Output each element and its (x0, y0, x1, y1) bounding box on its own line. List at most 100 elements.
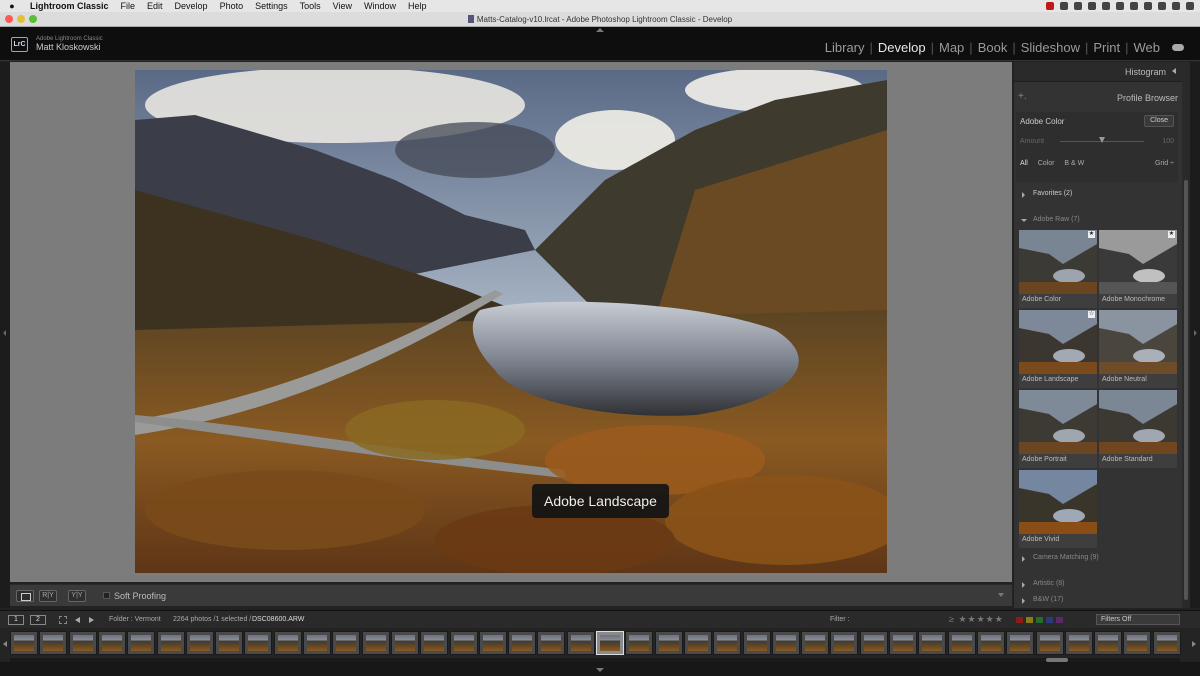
menu-settings[interactable]: Settings (249, 0, 294, 12)
filmstrip-thumbnail[interactable] (801, 631, 830, 655)
module-web[interactable]: Web (1130, 40, 1165, 55)
rating-filter[interactable]: ≥ ★★★★★ (949, 614, 1004, 625)
secondary-window-button[interactable]: 2 (30, 615, 46, 625)
color-label-yellow[interactable] (1026, 617, 1033, 623)
menu-view[interactable]: View (327, 0, 358, 12)
filmstrip-thumbnail[interactable] (1035, 631, 1064, 655)
filmstrip-thumbnail[interactable] (127, 631, 156, 655)
filmstrip-thumbnail[interactable] (976, 631, 1005, 655)
filmstrip-thumbnail[interactable] (449, 631, 478, 655)
filter-all[interactable]: All (1020, 160, 1028, 167)
filmstrip-thumbnail[interactable] (683, 631, 712, 655)
profile-thumb-adobe-monochrome[interactable]: ★ Adobe Monochrome (1099, 230, 1177, 308)
profile-thumb-adobe-portrait[interactable]: Adobe Portrait (1019, 390, 1097, 468)
volume-icon[interactable] (1116, 2, 1124, 10)
filmstrip-thumbnail[interactable] (508, 631, 537, 655)
record-icon[interactable] (1046, 2, 1054, 10)
module-map[interactable]: Map (935, 40, 968, 55)
filmstrip-thumbnail[interactable] (156, 631, 185, 655)
favorite-star-icon[interactable]: ★ (1088, 231, 1095, 238)
filmstrip-thumbnail[interactable] (10, 631, 38, 655)
bottom-panel-toggle-icon[interactable] (596, 668, 604, 672)
close-profile-browser-button[interactable]: Close (1144, 115, 1174, 127)
back-arrow-icon[interactable] (75, 617, 80, 623)
loupe-view-button[interactable] (16, 590, 34, 602)
dropbox-icon[interactable] (1088, 2, 1096, 10)
filmstrip-thumbnail[interactable] (478, 631, 507, 655)
filmstrip-thumbnail[interactable] (859, 631, 888, 655)
filmstrip-thumbnail[interactable] (215, 631, 244, 655)
minimize-window-button[interactable] (17, 15, 25, 23)
bluetooth-icon[interactable] (1102, 2, 1110, 10)
filmstrip-thumbnail[interactable] (303, 631, 331, 655)
filmstrip-thumbnail[interactable] (537, 631, 566, 655)
filmstrip-thumbnail[interactable] (332, 631, 361, 655)
filmstrip-thumbnail[interactable] (68, 631, 97, 655)
filter-color[interactable]: Color (1038, 160, 1055, 167)
filmstrip-thumbnail[interactable] (185, 631, 214, 655)
color-label-red[interactable] (1016, 617, 1023, 623)
filmstrip-thumbnail[interactable] (244, 631, 273, 655)
amount-value[interactable]: 100 (1162, 138, 1174, 145)
filmstrip-thumbnail[interactable] (596, 631, 624, 655)
filmstrip-thumbnail[interactable] (830, 631, 859, 655)
left-panel-toggle-icon[interactable] (3, 330, 6, 336)
selected-filename[interactable]: DSC08600.ARW (252, 616, 304, 623)
group-camera-matching[interactable]: Camera Matching (9) (1014, 552, 1182, 566)
source-breadcrumb[interactable]: Folder : Vermont (109, 616, 161, 623)
profile-thumb-adobe-landscape[interactable]: ☆ Adobe Landscape (1019, 310, 1097, 388)
soft-proofing-checkbox[interactable] (103, 592, 110, 599)
filmstrip-thumbnail[interactable] (1152, 631, 1181, 655)
filmstrip-thumbnail[interactable] (39, 631, 68, 655)
add-profile-icon[interactable]: +. (1018, 91, 1027, 102)
group-bw[interactable]: B&W (17) (1014, 594, 1182, 608)
filmstrip-thumbnail[interactable] (1006, 631, 1035, 655)
filmstrip-right-arrow-icon[interactable] (1192, 641, 1196, 647)
filmstrip[interactable] (0, 629, 1200, 661)
view-mode-dropdown[interactable]: Grid ÷ (1155, 160, 1174, 167)
amount-slider-knob[interactable] (1099, 137, 1105, 143)
favorite-star-icon[interactable]: ★ (1168, 231, 1175, 238)
menu-develop[interactable]: Develop (169, 0, 214, 12)
color-label-blue[interactable] (1046, 617, 1053, 623)
profile-thumb-adobe-standard[interactable]: Adobe Standard (1099, 390, 1177, 468)
color-label-purple[interactable] (1056, 617, 1063, 623)
main-window-button[interactable]: 1 (8, 615, 24, 625)
top-panel-toggle-icon[interactable] (596, 28, 604, 32)
spotlight-search-icon[interactable] (1158, 2, 1166, 10)
histogram-header[interactable]: Histogram (1014, 62, 1182, 82)
filmstrip-thumbnail[interactable] (361, 631, 390, 655)
menu-file[interactable]: File (115, 0, 142, 12)
before-after-swap-button[interactable]: Y|Y (68, 590, 86, 602)
skype-icon[interactable] (1074, 2, 1082, 10)
menu-lightroom[interactable]: Lightroom Classic (24, 0, 115, 12)
apple-icon[interactable]: ● (0, 1, 24, 11)
menu-edit[interactable]: Edit (141, 0, 169, 12)
filmstrip-thumbnail[interactable] (390, 631, 419, 655)
filmstrip-thumbnail[interactable] (1064, 631, 1093, 655)
close-window-button[interactable] (5, 15, 13, 23)
filmstrip-thumbnail[interactable] (918, 631, 947, 655)
group-artistic[interactable]: Artistic (8) (1014, 578, 1182, 592)
filmstrip-thumbnail[interactable] (742, 631, 771, 655)
user-icon[interactable] (1172, 2, 1180, 10)
filmstrip-left-arrow-icon[interactable] (3, 641, 7, 647)
main-photo[interactable] (135, 70, 887, 573)
image-canvas[interactable]: Adobe Landscape (10, 62, 1012, 582)
filmstrip-thumbnail[interactable] (566, 631, 595, 655)
fullscreen-window-button[interactable] (29, 15, 37, 23)
filmstrip-thumbnail[interactable] (771, 631, 800, 655)
right-panel-scroll-thumb[interactable] (1184, 180, 1188, 600)
filmstrip-thumbnail[interactable] (654, 631, 683, 655)
menu-tools[interactable]: Tools (294, 0, 327, 12)
right-panel-toggle-icon[interactable] (1194, 330, 1197, 336)
module-slideshow[interactable]: Slideshow (1017, 40, 1084, 55)
filmstrip-thumbnail[interactable] (889, 631, 917, 655)
filmstrip-thumbnail[interactable] (97, 631, 126, 655)
filmstrip-thumbnail[interactable] (273, 631, 302, 655)
filmstrip-thumbnail[interactable] (1094, 631, 1123, 655)
menu-window[interactable]: Window (358, 0, 402, 12)
before-after-button[interactable]: R|Y (39, 590, 57, 602)
collapse-triangle-icon[interactable] (1172, 68, 1176, 74)
profile-thumb-adobe-vivid[interactable]: Adobe Vivid (1019, 470, 1097, 548)
